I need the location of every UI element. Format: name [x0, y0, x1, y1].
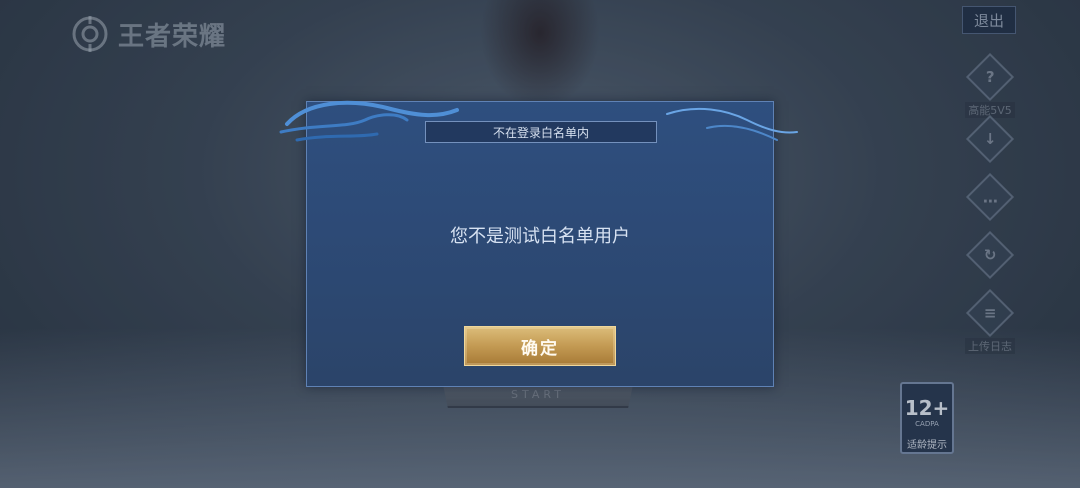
confirm-button[interactable]: 确定	[464, 326, 616, 366]
whitelist-dialog: 不在登录白名单内 您不是测试白名单用户 确定	[279, 100, 798, 387]
dialog-title: 不在登录白名单内	[425, 121, 657, 143]
dialog-message: 您不是测试白名单用户	[450, 226, 630, 247]
